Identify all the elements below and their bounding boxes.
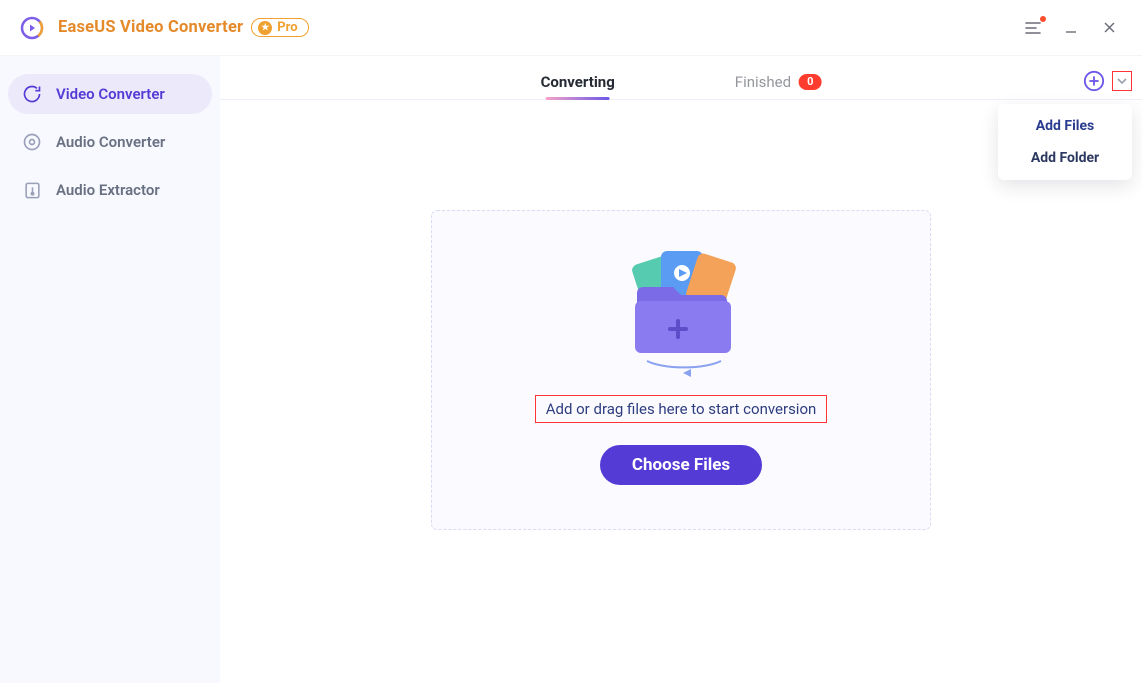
pro-badge-label: Pro [277, 20, 297, 35]
menu-button[interactable] [1014, 12, 1052, 44]
chevron-down-icon [1116, 75, 1128, 87]
audio-converter-icon [22, 132, 42, 152]
app-title: EaseUS Video Converter [58, 18, 243, 37]
folder-illustration-icon [601, 241, 761, 391]
close-button[interactable] [1090, 12, 1128, 44]
plus-circle-icon [1083, 70, 1105, 92]
tab-converting[interactable]: Converting [541, 73, 615, 99]
pro-badge: ★ Pro [251, 18, 308, 37]
add-dropdown-menu: Add Files Add Folder [998, 104, 1132, 180]
choose-files-button[interactable]: Choose Files [600, 445, 762, 485]
titlebar: EaseUS Video Converter ★ Pro [0, 0, 1142, 56]
minimize-button[interactable] [1052, 12, 1090, 44]
tab-label: Converting [541, 73, 615, 91]
sidebar-item-video-converter[interactable]: Video Converter [8, 74, 212, 114]
notification-dot-icon [1040, 16, 1046, 22]
app-logo-icon [20, 16, 44, 40]
sidebar-item-audio-converter[interactable]: Audio Converter [8, 122, 212, 162]
finished-count-badge: 0 [799, 74, 821, 90]
add-dropdown-toggle[interactable] [1112, 71, 1132, 91]
sidebar-item-audio-extractor[interactable]: Audio Extractor [8, 170, 212, 210]
add-button[interactable] [1082, 69, 1106, 93]
main-panel: Converting Finished 0 [220, 56, 1142, 683]
minimize-icon [1064, 21, 1078, 35]
close-icon [1103, 21, 1116, 34]
menu-item-add-folder[interactable]: Add Folder [998, 142, 1132, 174]
content-area: Add or drag files here to start conversi… [220, 100, 1142, 683]
audio-extractor-icon [22, 180, 42, 200]
tabs-bar: Converting Finished 0 [220, 56, 1142, 100]
menu-item-add-files[interactable]: Add Files [998, 110, 1132, 142]
video-converter-icon [22, 84, 42, 104]
tab-finished[interactable]: Finished 0 [735, 73, 822, 99]
dropzone-hint: Add or drag files here to start conversi… [535, 395, 828, 423]
sidebar: Video Converter Audio Converter Audio Ex… [0, 56, 220, 683]
tab-label: Finished [735, 73, 791, 91]
app-window: EaseUS Video Converter ★ Pro Video Co [0, 0, 1142, 683]
menu-icon [1025, 21, 1041, 35]
star-icon: ★ [258, 21, 272, 35]
dropzone[interactable]: Add or drag files here to start conversi… [431, 210, 931, 530]
sidebar-item-label: Video Converter [56, 85, 165, 103]
sidebar-item-label: Audio Extractor [56, 181, 160, 199]
sidebar-item-label: Audio Converter [56, 133, 165, 151]
